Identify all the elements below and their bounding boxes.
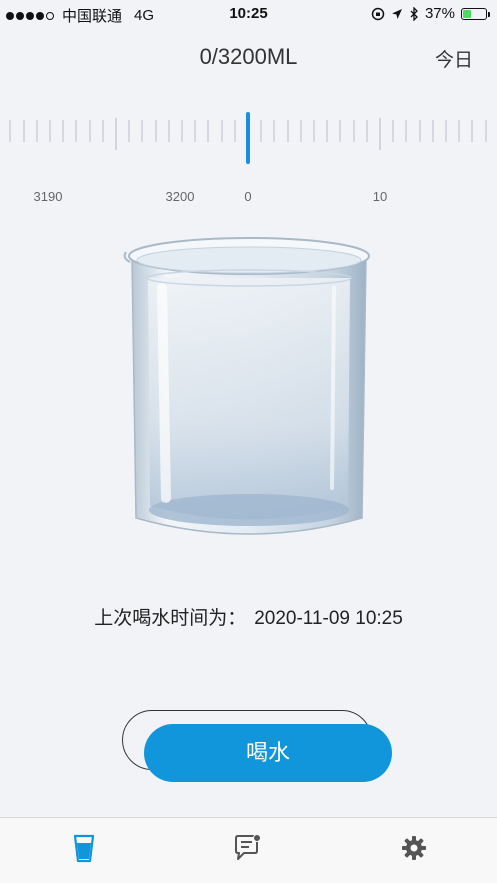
ruler-tick xyxy=(115,118,117,150)
ruler-label: 3190 xyxy=(33,189,63,204)
ruler-tick xyxy=(286,120,289,142)
drink-button[interactable]: 喝水 xyxy=(144,724,392,782)
ruler-label: 3200 xyxy=(165,189,195,204)
ruler-tick xyxy=(49,120,51,142)
ruler-tick xyxy=(299,120,302,142)
ruler-tick xyxy=(352,120,355,142)
chat-bubble-icon xyxy=(235,834,261,860)
ruler-tick xyxy=(167,120,170,142)
gear-icon xyxy=(402,836,426,860)
ruler-tick xyxy=(484,120,487,142)
daily-progress-title: 0/3200ML xyxy=(199,44,298,69)
ruler-tick xyxy=(154,120,157,142)
tab-water[interactable] xyxy=(64,828,104,868)
tab-settings[interactable] xyxy=(394,828,434,868)
ruler-tick xyxy=(471,120,474,142)
ruler-tick xyxy=(379,118,381,150)
last-drink-value: 2020-11-09 10:25 xyxy=(254,608,403,629)
tab-bar xyxy=(0,817,497,883)
ruler-tick xyxy=(273,120,276,142)
ruler-tick xyxy=(458,120,461,142)
ruler-tick xyxy=(233,120,236,142)
ruler-tick xyxy=(128,120,131,142)
ruler-tick xyxy=(313,120,315,142)
ruler-tick xyxy=(431,120,434,142)
ruler-tick xyxy=(9,120,12,142)
drink-button-group: 喝水 xyxy=(122,710,394,786)
battery-percent: 37% xyxy=(424,5,455,22)
last-drink-time: 上次喝水时间为： 2020-11-09 10:25 xyxy=(0,603,497,630)
ruler-tick xyxy=(101,120,104,142)
ruler-tick xyxy=(181,120,183,142)
ruler-tick xyxy=(22,120,25,142)
ruler-tick xyxy=(62,120,65,142)
ruler-tick xyxy=(75,120,78,142)
ruler-pointer[interactable] xyxy=(246,112,250,164)
ruler-tick xyxy=(326,120,329,142)
ruler-tick xyxy=(88,120,91,142)
ruler-tick xyxy=(405,120,408,142)
water-cup-icon xyxy=(73,834,95,863)
ruler-tick xyxy=(445,120,447,142)
ruler-tick xyxy=(418,120,421,142)
tab-messages[interactable] xyxy=(228,828,268,868)
bluetooth-icon xyxy=(410,6,418,21)
location-icon xyxy=(391,8,402,19)
ruler-label: 0 xyxy=(244,189,252,204)
ruler-tick xyxy=(365,120,368,142)
status-right: 37% xyxy=(371,5,490,22)
last-drink-label: 上次喝水时间为： xyxy=(94,608,247,629)
ruler-label: 10 xyxy=(372,189,388,204)
ruler-tick xyxy=(35,120,38,142)
ruler-tick xyxy=(392,120,395,142)
ruler-tick xyxy=(194,120,197,142)
battery-icon xyxy=(461,7,490,20)
today-button[interactable]: 今日 xyxy=(435,45,473,72)
ruler-tick xyxy=(207,120,210,142)
water-beaker-image xyxy=(123,237,370,535)
status-bar: 中国联通 4G 10:25 37% xyxy=(0,0,497,28)
ruler-tick xyxy=(339,120,342,142)
ruler-tick xyxy=(220,120,223,142)
ruler-tick xyxy=(260,120,263,142)
ruler-tick xyxy=(141,120,144,142)
orientation-lock-icon xyxy=(371,7,385,20)
